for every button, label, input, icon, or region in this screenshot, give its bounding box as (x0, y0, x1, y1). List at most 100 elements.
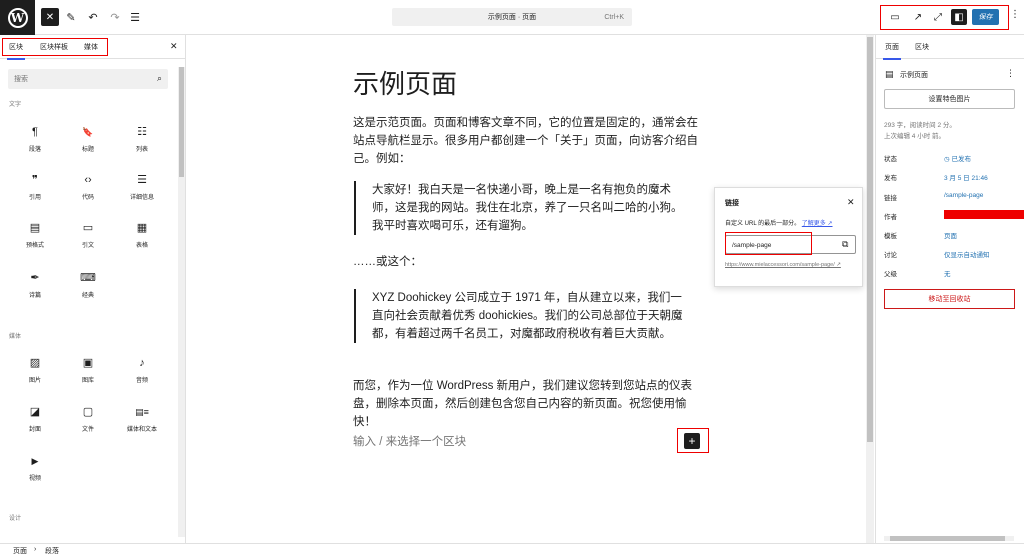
learn-more-link[interactable]: 了解更多 ↗ (802, 221, 833, 227)
canvas-scrollbar[interactable] (866, 35, 874, 543)
preformatted-icon: ▤ (29, 222, 41, 234)
parent-label: 父级 (884, 271, 897, 278)
undo-button[interactable]: ↶ (84, 8, 102, 26)
block-list[interactable]: ☷ 列表 (122, 125, 162, 161)
block-pullquote[interactable]: ▭ 引文 (68, 221, 108, 257)
tab-block[interactable]: 区块 (915, 42, 929, 52)
external-link-icon: ↗ (913, 11, 923, 23)
block-cover[interactable]: ◪ 封面 (15, 405, 55, 441)
block-label: 列表 (135, 147, 148, 153)
category-text-label: 文字 (9, 102, 22, 108)
paragraph-block[interactable]: 而您，作为一位 WordPress 新用户，我们建议您转到您站点的仪表盘，删除本… (353, 377, 698, 431)
breadcrumb-paragraph[interactable]: 段落 (45, 546, 59, 555)
search-icon: ⌕ (156, 73, 162, 83)
wordpress-logo-button[interactable]: W (0, 0, 35, 35)
settings-sidebar-toggle[interactable]: ◧ (951, 9, 967, 25)
block-label: 媒体和文本 (126, 427, 157, 433)
fullscreen-button[interactable]: ⤢ (930, 9, 946, 25)
block-code[interactable]: ‹› 代码 (68, 173, 108, 209)
link-value[interactable]: /sample-page (944, 192, 983, 199)
copy-icon[interactable]: ⧉ (842, 239, 848, 250)
block-video[interactable]: ▶ 视频 (15, 454, 55, 490)
publish-date[interactable]: 3 月 5 日 21:46 (944, 172, 988, 182)
redo-button[interactable]: ↷ (106, 8, 124, 26)
block-label: 段落 (28, 147, 41, 153)
close-inserter-button[interactable]: ✕ (41, 8, 59, 26)
breadcrumb-page[interactable]: 页面 (13, 546, 27, 555)
empty-block-placeholder[interactable]: 输入 / 来选择一个区块 (353, 433, 466, 449)
audio-icon: ♪ (139, 357, 145, 369)
settings-sidebar: 页面 区块 ▤ 示例页面 ⋮ 设置特色图片 293 字，阅读时间 2 分。 上次… (875, 35, 1024, 543)
block-label: 诗篇 (28, 293, 41, 299)
quote-block[interactable]: XYZ Doohickey 公司成立于 1971 年，自从建立以来，我们一直向社… (354, 289, 684, 343)
status-label: 状态 (884, 156, 897, 163)
block-verse[interactable]: ✒ 诗篇 (15, 271, 55, 307)
block-media-text[interactable]: ▤≡ 媒体和文本 (122, 405, 162, 441)
status-value[interactable]: ◷ 已发布 (944, 153, 971, 163)
block-file[interactable]: ▢ 文件 (68, 405, 108, 441)
undo-icon: ↶ (88, 11, 98, 24)
tab-patterns[interactable]: 区块样板 (40, 42, 68, 52)
block-details[interactable]: ☰ 详细信息 (122, 173, 162, 209)
inserter-scrollbar[interactable] (178, 67, 185, 537)
block-preformatted[interactable]: ▤ 预格式 (15, 221, 55, 257)
block-classic[interactable]: ⌨ 经典 (68, 271, 108, 307)
link-label: 链接 (884, 195, 897, 202)
block-image[interactable]: ▨ 图片 (15, 356, 55, 392)
more-vertical-icon[interactable]: ⋮ (1006, 68, 1015, 79)
block-paragraph[interactable]: ¶ 段落 (15, 125, 55, 161)
sidebar-scrollbar[interactable] (884, 536, 1014, 541)
block-heading[interactable]: 🔖 标题 (68, 125, 108, 161)
paragraph-block[interactable]: ……或这个： (353, 253, 698, 271)
block-label: 图片 (28, 378, 41, 384)
paragraph-block[interactable]: 这是示范页面。页面和博客文章不同，它的位置是固定的，通常会在站点导航栏显示。很多… (353, 114, 698, 168)
breadcrumb-separator: › (34, 546, 37, 553)
quote-block[interactable]: 大家好！我白天是一名快递小哥，晚上是一名有抱负的魔术师，这是我的网站。我住在北京… (354, 181, 684, 235)
highlight-box-slug (725, 232, 812, 255)
tab-page[interactable]: 页面 (883, 42, 901, 60)
pullquote-icon: ▭ (82, 222, 94, 234)
template-label: 模板 (884, 233, 897, 240)
block-table[interactable]: ▦ 表格 (122, 221, 162, 257)
add-block-button[interactable]: + (684, 433, 700, 449)
block-gallery[interactable]: ▣ 图库 (68, 356, 108, 392)
template-value[interactable]: 页面 (944, 230, 957, 240)
block-search: ⌕ (8, 69, 168, 89)
move-to-trash-button[interactable]: 移动至回收站 (884, 289, 1015, 309)
block-label: 详细信息 (129, 195, 154, 201)
document-overview-button[interactable]: ☰ (126, 8, 144, 26)
block-quote[interactable]: ❞ 引用 (15, 173, 55, 209)
discussion-label: 讨论 (884, 252, 897, 259)
search-input[interactable] (14, 73, 144, 85)
tab-blocks[interactable]: 区块 (7, 42, 25, 60)
close-popover-button[interactable]: ✕ (847, 197, 855, 208)
block-label: 引用 (28, 195, 41, 201)
save-button[interactable]: 保存 (972, 9, 999, 25)
close-icon: ✕ (847, 197, 855, 207)
author-redacted[interactable] (944, 210, 1024, 219)
permalink-url[interactable]: https://www.mielaccessori.com/sample-pag… (725, 261, 860, 269)
command-palette-bar[interactable]: 示例页面 · 页面 Ctrl+K (392, 8, 632, 26)
block-label: 预格式 (25, 243, 44, 249)
video-icon: ▶ (31, 456, 39, 466)
quote-icon: ❞ (32, 174, 38, 186)
details-icon: ☰ (137, 174, 147, 186)
block-audio[interactable]: ♪ 音频 (122, 356, 162, 392)
tools-button[interactable]: ✎ (62, 8, 80, 26)
parent-value[interactable]: 无 (944, 268, 951, 278)
list-icon: ☷ (137, 126, 147, 138)
options-button[interactable]: ⋮ (1010, 9, 1020, 20)
folder-icon: ▢ (82, 406, 94, 418)
tab-media[interactable]: 媒体 (84, 42, 98, 52)
view-page-button[interactable]: ↗ (910, 9, 926, 25)
view-button[interactable]: ▭ (887, 9, 903, 25)
discussion-value[interactable]: 仅显示自动通知 (944, 249, 990, 259)
close-inserter-icon[interactable]: ✕ (170, 41, 178, 52)
set-featured-image-button[interactable]: 设置特色图片 (884, 89, 1015, 109)
category-design-label: 设计 (9, 516, 22, 522)
word-count: 293 字，阅读时间 2 分。 (884, 122, 956, 129)
pen-icon: ✎ (66, 11, 76, 24)
table-icon: ▦ (136, 222, 148, 234)
page-title[interactable]: 示例页面 (353, 64, 457, 101)
document-title: 示例页面 · 页面 (487, 14, 537, 21)
